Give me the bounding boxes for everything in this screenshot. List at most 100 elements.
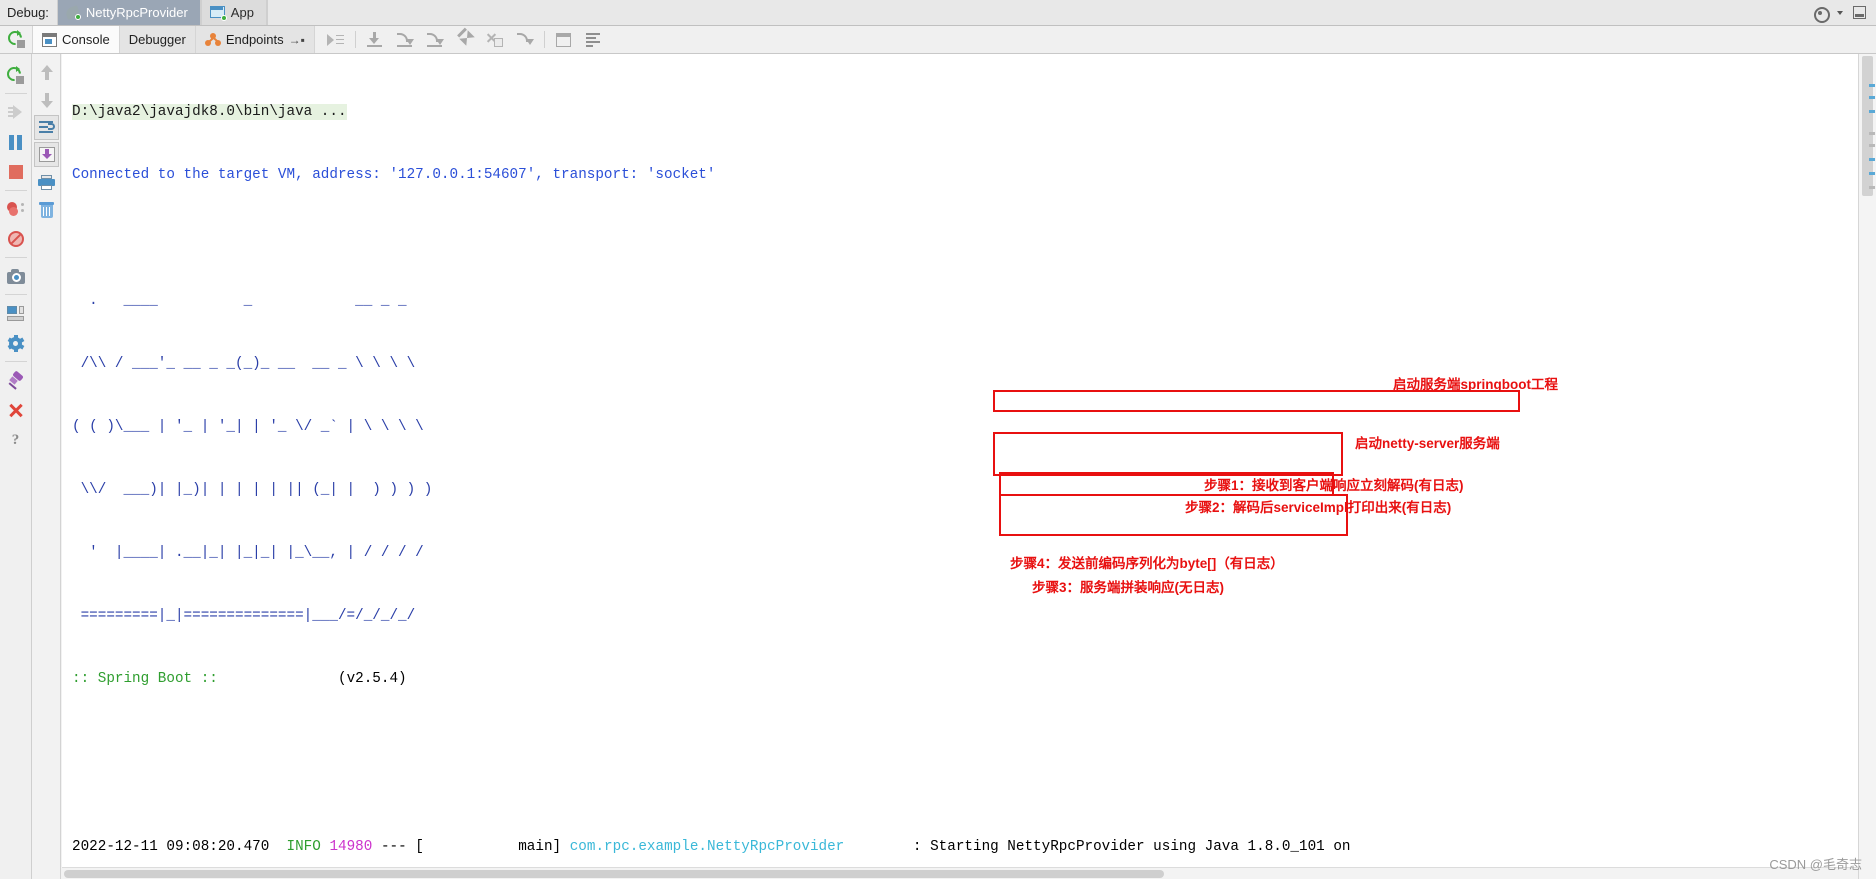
restore-layout-button[interactable] (1, 298, 31, 328)
annotation-label-springboot: 启动服务端springboot工程 (1393, 377, 1558, 392)
spring-banner-line: \\/ ___)| |_)| | | | | || (_| | ) ) ) ) (72, 482, 433, 498)
get-thread-dump-button[interactable] (1, 261, 31, 291)
log-logger[interactable]: com.rpc.example.NettyRpcProvider (570, 839, 845, 855)
annotation-label-step3: 步骤3：服务端拼装响应(无日志) (1032, 580, 1224, 595)
drop-frame-button[interactable] (480, 26, 510, 53)
console-line-connected: Connected to the target VM, address: '12… (72, 167, 716, 183)
horizontal-scrollbar-thumb[interactable] (64, 870, 1164, 878)
soft-wrap-button[interactable] (34, 115, 59, 140)
debug-tab-netty-rpc-provider[interactable]: NettyRpcProvider (56, 0, 201, 25)
layout-icon (7, 305, 24, 321)
tab-debugger[interactable]: Debugger (119, 26, 196, 53)
mute-breakpoints-button[interactable] (1, 224, 31, 254)
scroll-down-button[interactable] (34, 86, 60, 114)
resume-icon (7, 105, 24, 119)
log-pid: 14980 (329, 839, 373, 855)
spring-banner-line: /\\ / ___'_ __ _ _(_)_ __ __ _ \ \ \ \ (72, 356, 416, 372)
help-button[interactable]: ? (1, 425, 31, 455)
horizontal-scrollbar[interactable] (62, 867, 1858, 879)
force-step-into-button[interactable] (420, 26, 450, 53)
console-line-command: D:\java2\javajdk8.0\bin\java ... (72, 102, 1858, 123)
tab-label: Debugger (128, 32, 186, 47)
minimize-icon[interactable] (1853, 6, 1866, 19)
debug-tab-app[interactable]: App (200, 0, 267, 25)
log-sep: --- [ (380, 839, 424, 855)
rerun-icon (4, 63, 24, 84)
show-execution-point-button[interactable] (321, 26, 351, 53)
mute-breakpoints-icon (7, 231, 24, 247)
tab-console[interactable]: Console (33, 26, 120, 53)
gear-icon[interactable] (1813, 6, 1830, 23)
scroll-to-end-button[interactable] (34, 142, 59, 167)
run-to-cursor-icon (516, 32, 535, 47)
scrollbar-marker (1869, 172, 1875, 175)
scroll-up-button[interactable] (34, 58, 60, 86)
rerun-icon (4, 28, 25, 48)
scrollbar-marker (1869, 186, 1875, 189)
rail-divider (4, 257, 27, 258)
debug-step-buttons (315, 26, 609, 53)
debug-tab-label: NettyRpcProvider (85, 5, 188, 20)
rerun-button[interactable] (0, 26, 33, 53)
toolbar-divider (543, 31, 545, 48)
stop-button[interactable] (1, 157, 31, 187)
rail-divider (4, 294, 27, 295)
log-level: INFO (286, 839, 321, 855)
tab-endpoints[interactable]: Endpoints →▪ (195, 26, 315, 53)
console-tab-strip: Console Debugger Endpoints →▪ (33, 26, 315, 53)
debug-label: Debug: (0, 0, 57, 25)
scrollbar-marker (1869, 158, 1875, 161)
arrow-down-icon (40, 92, 54, 108)
console-output[interactable]: D:\java2\javajdk8.0\bin\java ... Connect… (62, 54, 1858, 879)
rerun-button[interactable] (1, 60, 31, 90)
console-icon (42, 32, 57, 47)
step-into-button[interactable] (390, 26, 420, 53)
scrollbar-thumb[interactable] (1862, 56, 1873, 196)
pause-program-button[interactable] (1, 127, 31, 157)
pin-tab-button[interactable] (1, 365, 31, 395)
java-command-text: D:\java2\javajdk8.0\bin\java ... (72, 104, 347, 120)
spring-banner-line: . ____ _ __ _ _ (72, 293, 407, 309)
print-button[interactable] (34, 168, 60, 196)
scrollbar-marker (1869, 144, 1875, 147)
rail-divider (4, 361, 27, 362)
breakpoints-icon (7, 201, 24, 217)
watermark-text: CSDN @毛奇志 (1769, 857, 1862, 872)
scroll-to-end-icon (38, 147, 55, 162)
run-to-cursor-button[interactable] (510, 26, 540, 53)
trash-icon (39, 202, 54, 218)
annotation-label-step1: 步骤1：接收到客户端响应立刻解码(有日志) (1204, 478, 1464, 493)
detach-arrow-icon[interactable]: →▪ (289, 33, 305, 47)
spring-banner-line: ( ( )\___ | '_ | '_| | '_ \/ _` | \ \ \ … (72, 419, 424, 435)
endpoints-icon (204, 32, 221, 47)
resume-program-button[interactable] (1, 97, 31, 127)
spring-boot-version: (v2.5.4) (337, 671, 407, 687)
drop-frame-icon (486, 32, 504, 47)
console-scrollbar[interactable] (1858, 54, 1876, 879)
spring-boot-label: :: Spring Boot :: (72, 671, 218, 687)
chevron-down-icon[interactable] (1837, 10, 1843, 15)
clear-all-button[interactable] (34, 196, 60, 224)
layout-settings-button[interactable] (579, 26, 609, 53)
view-breakpoints-button[interactable] (1, 194, 31, 224)
gear-icon (7, 334, 24, 352)
step-over-icon (366, 32, 383, 47)
scrollbar-marker (1869, 132, 1875, 135)
evaluate-expression-button[interactable] (549, 26, 579, 53)
print-icon (38, 174, 55, 190)
spring-boot-version-line: :: Spring Boot :: (v2.5.4) (72, 669, 1858, 690)
scrollbar-marker (1869, 110, 1875, 113)
console-actions-rail (33, 54, 61, 879)
layout-icon (586, 33, 601, 47)
close-button[interactable] (1, 395, 31, 425)
log-thread: main] (518, 839, 562, 855)
step-out-button[interactable] (450, 26, 480, 53)
step-over-button[interactable] (360, 26, 390, 53)
debug-tab-bar: Debug: NettyRpcProvider App (0, 0, 1876, 26)
debug-bar-right-controls (1803, 0, 1876, 25)
tab-label: Console (62, 32, 110, 47)
settings-button[interactable] (1, 328, 31, 358)
annotation-label-netty-server: 启动netty-server服务端 (1355, 436, 1500, 451)
spring-banner-line: ' |____| .__|_| |_|_| |_\__, | / / / / (72, 545, 424, 561)
